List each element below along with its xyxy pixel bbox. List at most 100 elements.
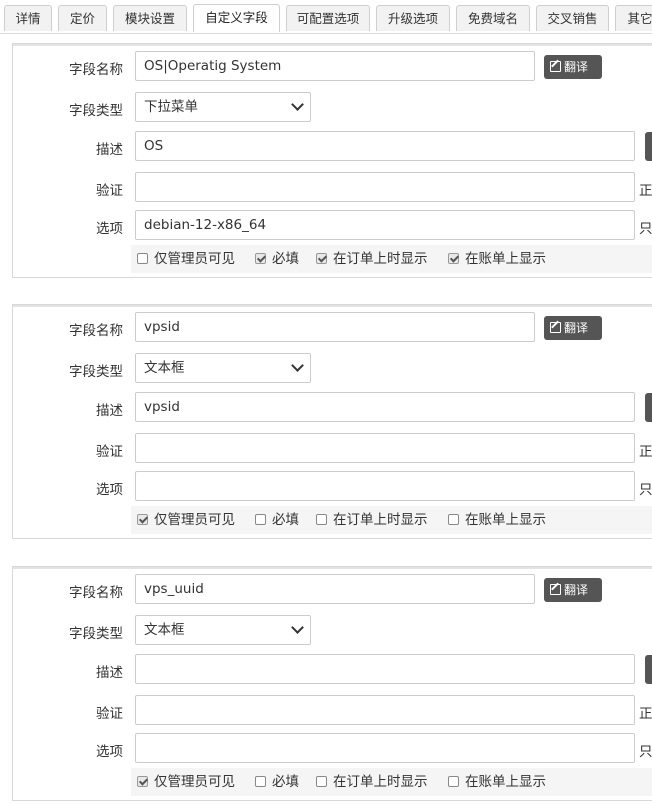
admin-only-label: 仅管理员可见 [154,251,235,267]
tab-free-domain[interactable]: 免费域名 [456,5,530,31]
checkbox-icon [316,776,327,787]
validation-hint: 正 [639,183,652,199]
field-flags-row: 仅管理员可见 必填 在订单上时显示 在账单上显示 [131,768,652,796]
admin-only-label: 仅管理员可见 [154,512,235,528]
options-label: 选项 [96,482,123,498]
field-type-label: 字段类型 [69,103,123,119]
admin-only-checkbox[interactable]: 仅管理员可见 [137,245,235,273]
required-checkbox[interactable]: 必填 [255,768,299,796]
field-flags-row: 仅管理员可见 必填 在订单上时显示 在账单上显示 [131,245,652,273]
description-translate-button[interactable] [645,393,652,422]
admin-only-label: 仅管理员可见 [154,774,235,790]
validation-label: 验证 [96,183,123,199]
tab-custom-fields[interactable]: 自定义字段 [193,4,280,32]
translate-button-label: 翻译 [564,321,589,335]
required-label: 必填 [272,512,299,528]
translate-button[interactable]: 翻译 [544,316,602,340]
field-name-label: 字段名称 [69,323,123,339]
chevron-down-icon [291,359,304,372]
validation-input[interactable] [135,172,635,202]
required-label: 必填 [272,774,299,790]
options-input[interactable] [135,733,635,763]
show-on-invoice-checkbox[interactable]: 在账单上显示 [448,245,546,273]
checkbox-icon [448,776,459,787]
description-label: 描述 [96,665,123,681]
validation-input[interactable] [135,695,635,725]
field-name-input[interactable]: OS|Operatig System [135,51,535,81]
validation-hint: 正 [639,706,652,722]
admin-only-checkbox[interactable]: 仅管理员可见 [137,768,235,796]
tab-cross-sell[interactable]: 交叉销售 [536,5,609,31]
tab-configurable-options[interactable]: 可配置选项 [286,5,370,31]
show-on-invoice-label: 在账单上显示 [465,251,546,267]
checkbox-icon [448,514,459,525]
field-type-value: 文本框 [144,360,185,376]
translate-button-label: 翻译 [564,583,589,597]
options-hint: 只 [639,482,652,498]
show-on-invoice-checkbox[interactable]: 在账单上显示 [448,506,546,534]
tab-details[interactable]: 详情 [4,5,52,31]
field-type-label: 字段类型 [69,626,123,642]
validation-input[interactable] [135,433,635,463]
field-type-value: 文本框 [144,622,185,638]
field-name-input[interactable]: vpsid [135,312,535,342]
description-input[interactable]: OS [135,131,635,161]
field-type-select[interactable]: 文本框 [135,353,311,383]
edit-icon [550,322,561,333]
description-label: 描述 [96,142,123,158]
show-on-order-checkbox[interactable]: 在订单上时显示 [316,506,428,534]
admin-only-checkbox[interactable]: 仅管理员可见 [137,506,235,534]
field-name-label: 字段名称 [69,62,123,78]
show-on-order-checkbox[interactable]: 在订单上时显示 [316,245,428,273]
description-translate-button[interactable] [645,132,652,161]
field-name-input[interactable]: vps_uuid [135,574,535,604]
tab-other[interactable]: 其它 [615,5,652,31]
checkbox-icon [255,514,266,525]
checkbox-checked-icon [255,253,266,264]
checkbox-checked-icon [137,776,148,787]
options-label: 选项 [96,744,123,760]
translate-button[interactable]: 翻译 [544,55,602,79]
description-translate-button[interactable] [645,655,652,684]
field-type-value: 下拉菜单 [144,99,198,115]
show-on-invoice-label: 在账单上显示 [465,512,546,528]
field-name-label: 字段名称 [69,585,123,601]
description-label: 描述 [96,403,123,419]
description-input[interactable] [135,654,635,684]
translate-button-label: 翻译 [564,60,589,74]
tab-upgrade-options[interactable]: 升级选项 [376,5,450,31]
edit-icon [550,61,561,72]
tab-module-settings[interactable]: 模块设置 [113,5,187,31]
validation-label: 验证 [96,706,123,722]
validation-label: 验证 [96,444,123,460]
required-checkbox[interactable]: 必填 [255,506,299,534]
checkbox-checked-icon [137,514,148,525]
custom-field-block: 字段名称 OS|Operatig System 翻译 字段类型 下拉菜单 描述 … [12,43,652,278]
show-on-order-checkbox[interactable]: 在订单上时显示 [316,768,428,796]
options-label: 选项 [96,221,123,237]
chevron-down-icon [291,98,304,111]
show-on-order-label: 在订单上时显示 [333,512,428,528]
field-flags-row: 仅管理员可见 必填 在订单上时显示 在账单上显示 [131,506,652,534]
options-hint: 只 [639,221,652,237]
options-input[interactable]: debian-12-x86_64 [135,210,635,240]
show-on-invoice-checkbox[interactable]: 在账单上显示 [448,768,546,796]
description-input[interactable]: vpsid [135,392,635,422]
field-type-label: 字段类型 [69,364,123,380]
tab-pricing[interactable]: 定价 [58,5,107,31]
show-on-order-label: 在订单上时显示 [333,251,428,267]
options-hint: 只 [639,744,652,760]
show-on-invoice-label: 在账单上显示 [465,774,546,790]
checkbox-icon [316,514,327,525]
translate-button[interactable]: 翻译 [544,578,602,602]
field-type-select[interactable]: 文本框 [135,615,311,645]
checkbox-icon [137,253,148,264]
validation-hint: 正 [639,444,652,460]
edit-icon [550,584,561,595]
checkbox-icon [255,776,266,787]
options-input[interactable] [135,471,635,501]
field-type-select[interactable]: 下拉菜单 [135,92,311,122]
required-checkbox[interactable]: 必填 [255,245,299,273]
tab-bar: 详情 定价 模块设置 自定义字段 可配置选项 升级选项 免费域名 交叉销售 其它 [0,0,652,34]
custom-field-block: 字段名称 vps_uuid 翻译 字段类型 文本框 描述 验证 正 选项 只 仅… [12,566,652,801]
